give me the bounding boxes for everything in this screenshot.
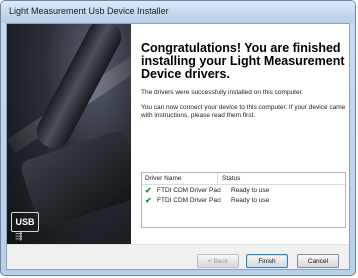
back-button[interactable]: < Back bbox=[197, 254, 239, 268]
column-header-status[interactable]: Status bbox=[218, 173, 345, 184]
usb-logo: USB bbox=[11, 212, 39, 232]
driver-status: Ready to use bbox=[231, 186, 270, 194]
driver-list-header: Driver Name Status bbox=[142, 173, 345, 185]
connect-device-text: You can now connect your device to this … bbox=[141, 104, 346, 119]
driver-name: FTDI CDM Driver Packa... bbox=[157, 196, 221, 204]
usb-trident-icon: ⇶ bbox=[15, 231, 23, 241]
driver-list[interactable]: Driver Name Status ✔ FTDI CDM Driver Pac… bbox=[141, 172, 346, 228]
page-heading: Congratulations! You are finished instal… bbox=[141, 41, 345, 81]
driver-list-row[interactable]: ✔ FTDI CDM Driver Packa... Ready to use bbox=[142, 185, 345, 195]
column-header-driver-name[interactable]: Driver Name bbox=[142, 173, 218, 184]
driver-name: FTDI CDM Driver Packa... bbox=[157, 186, 221, 194]
driver-status: Ready to use bbox=[231, 196, 270, 204]
button-bar: < Back Finish Cancel bbox=[7, 244, 349, 269]
driver-list-row[interactable]: ✔ FTDI CDM Driver Packa... Ready to use bbox=[142, 195, 345, 205]
content-panel: Congratulations! You are finished instal… bbox=[137, 24, 349, 244]
check-icon: ✔ bbox=[145, 185, 152, 195]
check-icon: ✔ bbox=[145, 195, 152, 205]
installer-window: Light Measurement Usb Device Installer U… bbox=[0, 0, 356, 276]
finish-button[interactable]: Finish bbox=[246, 254, 288, 268]
window-title: Light Measurement Usb Device Installer bbox=[9, 6, 169, 16]
title-bar[interactable]: Light Measurement Usb Device Installer bbox=[1, 1, 355, 23]
cancel-button[interactable]: Cancel bbox=[297, 254, 339, 268]
usb-banner-image: USB ⇶ bbox=[7, 24, 131, 244]
install-success-text: The drivers were successfully installed … bbox=[141, 89, 304, 96]
client-area: USB ⇶ Congratulations! You are finished … bbox=[6, 23, 350, 270]
